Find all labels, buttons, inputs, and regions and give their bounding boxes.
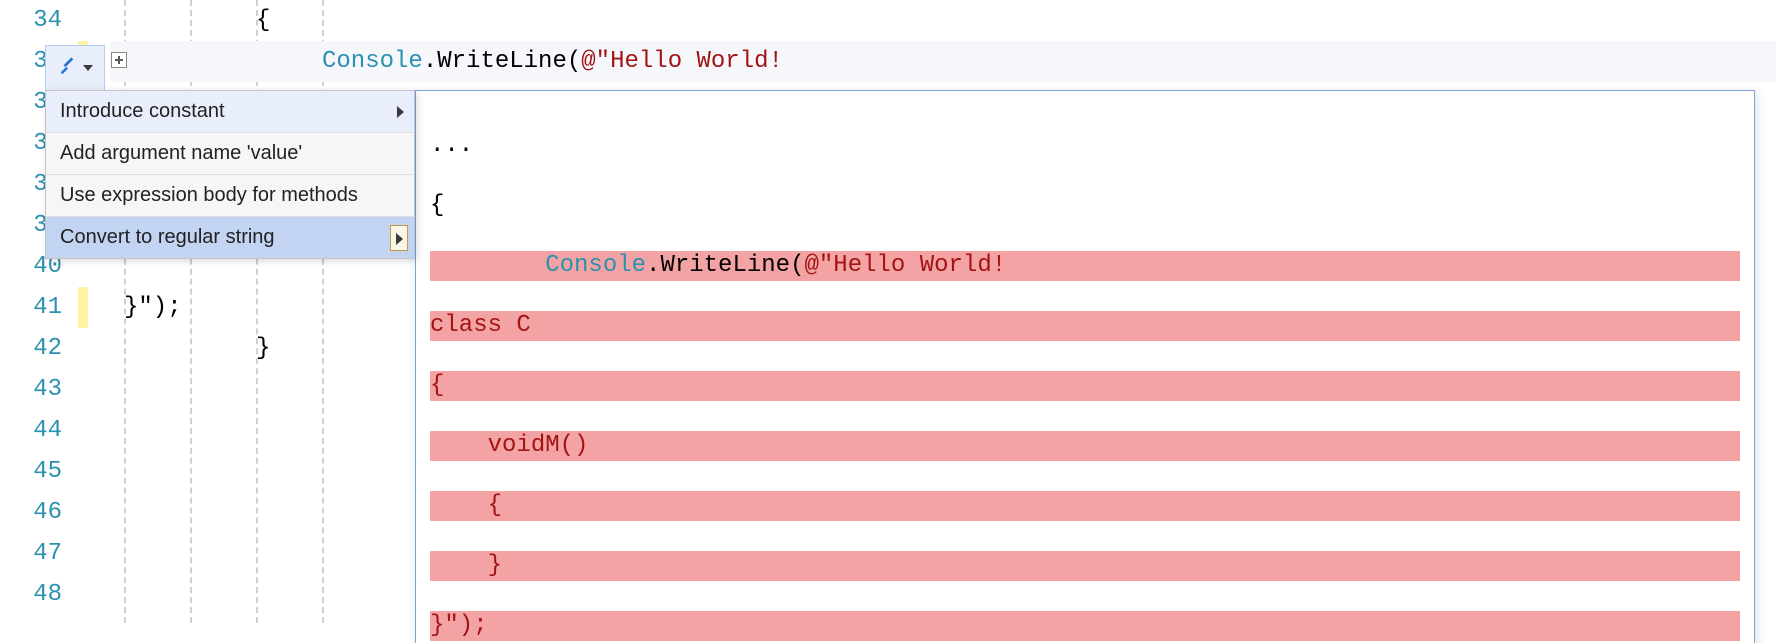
preview-diff: ... { Console.WriteLine(@"Hello World! c… xyxy=(416,91,1754,643)
code-token: }"); xyxy=(124,294,182,321)
menu-item-label: Use expression body for methods xyxy=(60,184,358,206)
menu-item-convert-to-regular-string[interactable]: Convert to regular string xyxy=(46,217,414,258)
menu-item-label: Introduce constant xyxy=(60,100,225,122)
outline-collapse-toggle[interactable] xyxy=(111,52,127,68)
refactoring-preview-panel: ... { Console.WriteLine(@"Hello World! c… xyxy=(415,90,1755,643)
line-number: 41 xyxy=(0,287,62,328)
diff-removed-line: voidM() xyxy=(430,431,1740,461)
menu-item-label: Add argument name 'value' xyxy=(60,142,302,164)
chevron-right-icon xyxy=(397,106,404,118)
code-token: { xyxy=(256,7,270,34)
menu-item-add-argument-name[interactable]: Add argument name 'value' xyxy=(46,133,414,175)
diff-context: { xyxy=(430,191,1740,221)
diff-context: ... xyxy=(430,131,1740,161)
code-token: Console xyxy=(322,48,423,75)
line-number: 44 xyxy=(0,410,62,451)
diff-removed-line: }"); xyxy=(430,611,1740,641)
screwdriver-icon xyxy=(57,54,79,82)
line-number: 48 xyxy=(0,574,62,615)
diff-removed-line: { xyxy=(430,371,1740,401)
menu-item-label: Convert to regular string xyxy=(60,226,275,248)
menu-item-use-expression-body[interactable]: Use expression body for methods xyxy=(46,175,414,217)
chevron-down-icon xyxy=(83,65,93,71)
code-line[interactable]: { xyxy=(110,0,1776,41)
code-line-current[interactable]: Console.WriteLine(@"Hello World! xyxy=(110,41,1776,82)
quick-actions-button[interactable] xyxy=(45,45,105,91)
diff-removed-line: class C xyxy=(430,311,1740,341)
chevron-right-icon xyxy=(390,225,408,251)
line-number: 43 xyxy=(0,369,62,410)
menu-item-introduce-constant[interactable]: Introduce constant xyxy=(46,91,414,133)
quick-actions-menu[interactable]: Introduce constant Add argument name 'va… xyxy=(45,90,415,259)
code-editor[interactable]: 34 35 36 37 38 39 40 41 42 43 44 45 46 4… xyxy=(0,0,1776,643)
diff-removed-line: { xyxy=(430,491,1740,521)
line-number: 34 xyxy=(0,0,62,41)
code-token: .WriteLine( xyxy=(423,48,581,75)
line-number: 42 xyxy=(0,328,62,369)
code-token: @"Hello World! xyxy=(581,48,783,75)
line-number: 47 xyxy=(0,533,62,574)
diff-removed-line: Console.WriteLine(@"Hello World! xyxy=(430,251,1740,281)
diff-removed-line: } xyxy=(430,551,1740,581)
line-number: 45 xyxy=(0,451,62,492)
line-number: 46 xyxy=(0,492,62,533)
code-token: } xyxy=(256,335,270,362)
